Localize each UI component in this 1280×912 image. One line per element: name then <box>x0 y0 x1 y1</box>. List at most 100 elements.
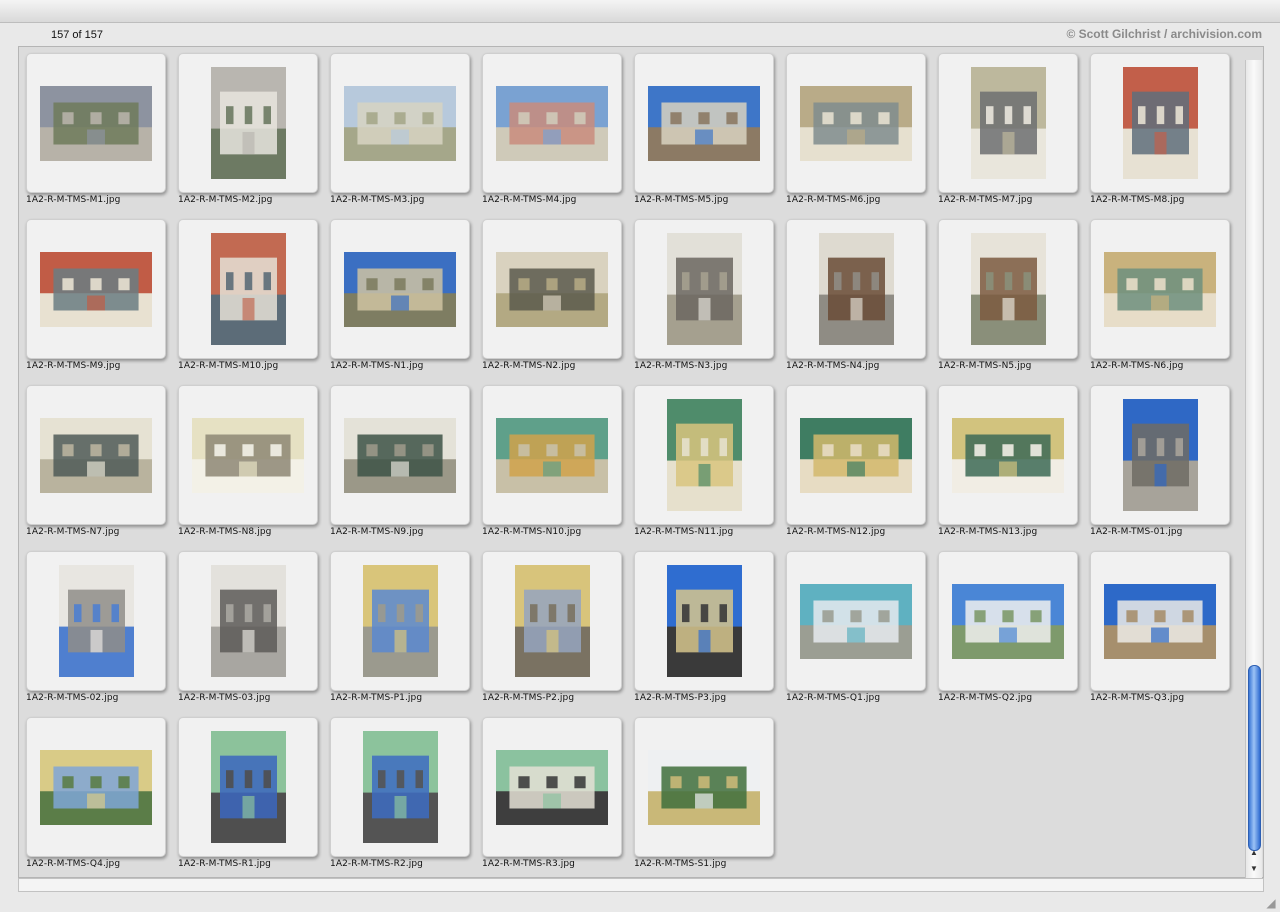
thumbnail-tile[interactable] <box>482 219 622 359</box>
thumbnail-image[interactable] <box>648 750 760 825</box>
thumbnail-image[interactable] <box>667 565 742 677</box>
thumbnail-filename: 1A2-R-M-TMS-N13.jpg <box>938 527 1038 537</box>
scrollbar-thumb[interactable] <box>1248 665 1261 851</box>
thumbnail-image[interactable] <box>344 252 456 327</box>
thumbnail-filename: 1A2-R-M-TMS-M5.jpg <box>634 195 729 205</box>
thumbnail-image[interactable] <box>59 565 134 677</box>
thumbnail-tile[interactable] <box>330 717 470 857</box>
thumbnail-image[interactable] <box>648 86 760 161</box>
thumbnail-image[interactable] <box>496 750 608 825</box>
thumbnail-tile[interactable] <box>178 385 318 525</box>
thumbnail-image[interactable] <box>344 418 456 493</box>
thumbnail-filename: 1A2-R-M-TMS-N12.jpg <box>786 527 886 537</box>
thumbnail-tile[interactable] <box>786 53 926 193</box>
thumbnail-image[interactable] <box>211 67 286 179</box>
thumbnail-image[interactable] <box>971 233 1046 345</box>
thumbnail-image[interactable] <box>800 86 912 161</box>
vertical-scrollbar[interactable]: ▲ ▼ <box>1245 60 1262 878</box>
thumbnail-image[interactable] <box>1104 252 1216 327</box>
thumbnail-tile[interactable] <box>26 717 166 857</box>
thumbnail-image[interactable] <box>40 418 152 493</box>
thumbnail-filename: 1A2-R-M-TMS-M8.jpg <box>1090 195 1185 205</box>
thumbnail-image[interactable] <box>40 86 152 161</box>
thumbnail-tile[interactable] <box>330 385 470 525</box>
thumbnail-image[interactable] <box>496 418 608 493</box>
thumbnail-tile[interactable] <box>938 219 1078 359</box>
thumbnail-tile[interactable] <box>634 385 774 525</box>
thumbnail-tile[interactable] <box>178 219 318 359</box>
thumbnail-tile[interactable] <box>634 551 774 691</box>
thumbnail-tile[interactable] <box>634 717 774 857</box>
thumbnail-tile[interactable] <box>178 551 318 691</box>
thumbnail-image[interactable] <box>496 86 608 161</box>
image-count: 157 of 157 <box>51 29 103 41</box>
thumbnail-image[interactable] <box>667 399 742 511</box>
thumbnail-tile[interactable] <box>786 551 926 691</box>
thumbnail-tile[interactable] <box>1090 219 1230 359</box>
thumbnail-tile[interactable] <box>178 717 318 857</box>
thumbnail-filename: 1A2-R-M-TMS-N10.jpg <box>482 527 582 537</box>
thumbnail-image[interactable] <box>667 233 742 345</box>
thumbnail-filename: 1A2-R-M-TMS-R2.jpg <box>330 859 423 869</box>
thumbnail-filename: 1A2-R-M-TMS-N3.jpg <box>634 361 728 371</box>
thumbnail-tile[interactable] <box>634 53 774 193</box>
thumbnail-tile[interactable] <box>482 717 622 857</box>
thumbnail-image[interactable] <box>515 565 590 677</box>
thumbnail-tile[interactable] <box>482 551 622 691</box>
scroll-up-arrow-icon[interactable]: ▲ <box>1246 846 1262 860</box>
thumbnail-tile[interactable] <box>26 551 166 691</box>
thumbnail-image[interactable] <box>971 67 1046 179</box>
thumbnail-image[interactable] <box>363 731 438 843</box>
thumbnail-image[interactable] <box>952 584 1064 659</box>
thumbnail-tile[interactable] <box>1090 551 1230 691</box>
thumbnail-filename: 1A2-R-M-TMS-M2.jpg <box>178 195 273 205</box>
thumbnail-image[interactable] <box>1123 399 1198 511</box>
thumbnail-image[interactable] <box>800 418 912 493</box>
thumbnail-image[interactable] <box>819 233 894 345</box>
thumbnail-filename: 1A2-R-M-TMS-P1.jpg <box>330 693 423 703</box>
thumbnail-image[interactable] <box>40 750 152 825</box>
thumbnail-tile[interactable] <box>330 219 470 359</box>
thumbnail-image[interactable] <box>363 565 438 677</box>
thumbnail-image[interactable] <box>800 584 912 659</box>
resize-grip-icon[interactable]: ◢ <box>1264 896 1278 910</box>
thumbnail-tile[interactable] <box>938 53 1078 193</box>
thumbnail-tile[interactable] <box>634 219 774 359</box>
thumbnail-image[interactable] <box>211 233 286 345</box>
thumbnail-image[interactable] <box>1104 584 1216 659</box>
thumbnail-tile[interactable] <box>330 53 470 193</box>
thumbnail-filename: 1A2-R-M-TMS-N11.jpg <box>634 527 734 537</box>
thumbnail-tile[interactable] <box>482 53 622 193</box>
thumbnail-tile[interactable] <box>938 385 1078 525</box>
thumbnail-image[interactable] <box>211 565 286 677</box>
thumbnail-image[interactable] <box>952 418 1064 493</box>
thumbnail-tile[interactable] <box>786 385 926 525</box>
thumbnail-tile[interactable] <box>938 551 1078 691</box>
thumbnail-tile[interactable] <box>1090 385 1230 525</box>
thumbnail-image[interactable] <box>40 252 152 327</box>
scroll-down-arrow-icon[interactable]: ▼ <box>1246 862 1262 876</box>
thumbnail-image[interactable] <box>192 418 304 493</box>
thumbnail-image[interactable] <box>211 731 286 843</box>
thumbnail-filename: 1A2-R-M-TMS-R3.jpg <box>482 859 575 869</box>
thumbnail-filename: 1A2-R-M-TMS-M10.jpg <box>178 361 279 371</box>
thumbnail-filename: 1A2-R-M-TMS-02.jpg <box>26 693 119 703</box>
thumbnail-grid[interactable]: 1A2-R-M-TMS-M1.jpg 1A2-R-M-TMS-M2.jpg 1A2-… <box>18 46 1264 878</box>
thumbnail-image[interactable] <box>344 86 456 161</box>
thumbnail-image[interactable] <box>1123 67 1198 179</box>
thumbnail-tile[interactable] <box>482 385 622 525</box>
thumbnail-tile[interactable] <box>1090 53 1230 193</box>
thumbnail-filename: 1A2-R-M-TMS-S1.jpg <box>634 859 727 869</box>
thumbnail-filename: 1A2-R-M-TMS-N1.jpg <box>330 361 424 371</box>
thumbnail-filename: 1A2-R-M-TMS-P3.jpg <box>634 693 727 703</box>
thumbnail-filename: 1A2-R-M-TMS-01.jpg <box>1090 527 1183 537</box>
thumbnail-filename: 1A2-R-M-TMS-N6.jpg <box>1090 361 1184 371</box>
thumbnail-tile[interactable] <box>786 219 926 359</box>
thumbnail-image[interactable] <box>496 252 608 327</box>
thumbnail-filename: 1A2-R-M-TMS-M6.jpg <box>786 195 881 205</box>
thumbnail-tile[interactable] <box>26 53 166 193</box>
thumbnail-tile[interactable] <box>178 53 318 193</box>
thumbnail-tile[interactable] <box>330 551 470 691</box>
thumbnail-tile[interactable] <box>26 219 166 359</box>
thumbnail-tile[interactable] <box>26 385 166 525</box>
